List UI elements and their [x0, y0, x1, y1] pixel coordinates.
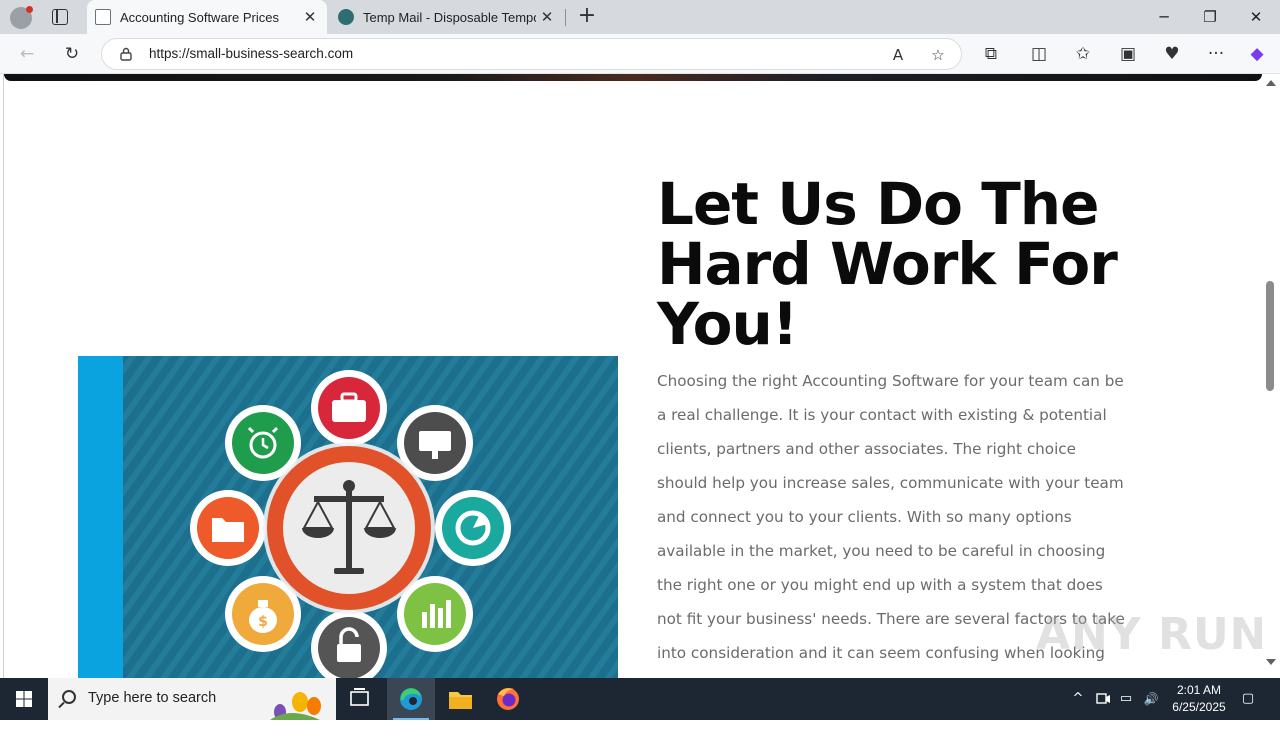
tab-title: Temp Mail - Disposable Temporar	[363, 9, 536, 25]
navigation-bar: ← ↻ https://small-business-search.com A …	[0, 34, 1280, 74]
restore-button[interactable]: ❐	[1187, 0, 1233, 34]
clock-time: 2:01 AM	[1176, 683, 1222, 697]
settings-menu-icon[interactable]: ···	[1204, 42, 1228, 66]
accent-strip	[78, 356, 123, 678]
extensions-icon[interactable]: ⧉	[979, 42, 1003, 66]
title-bar: Accounting Software Prices ✕ Temp Mail -…	[0, 0, 1280, 34]
volume-icon[interactable]: 🔊	[1140, 678, 1162, 720]
address-bar[interactable]: https://small-business-search.com A ☆	[101, 38, 962, 70]
hero-banner-bottom	[4, 74, 1262, 81]
anyrun-watermark: ANY RUN	[1036, 609, 1268, 660]
favorites-icon[interactable]: ✩	[1071, 42, 1095, 66]
taskbar-firefox-button[interactable]	[484, 678, 532, 720]
scales-icon	[263, 442, 435, 614]
tab-actions-icon[interactable]	[52, 9, 68, 25]
accounting-illustration: $	[78, 356, 618, 678]
network-icon[interactable]: ▭	[1116, 678, 1136, 720]
search-placeholder: Type here to search	[88, 690, 217, 706]
minimize-button[interactable]: ─	[1141, 0, 1187, 34]
close-tab-icon[interactable]: ✕	[299, 8, 321, 26]
file-explorer-icon	[449, 692, 472, 709]
scrollbar-thumb[interactable]	[1266, 281, 1274, 391]
favorite-star-icon[interactable]: ☆	[928, 45, 948, 65]
svg-text:$: $	[258, 614, 268, 630]
reload-button[interactable]: ↻	[60, 42, 84, 66]
folder-icon	[190, 490, 266, 566]
firefox-icon	[497, 688, 519, 710]
new-tab-button[interactable]: +	[576, 5, 598, 27]
taskbar-search-box[interactable]: Type here to search	[48, 678, 336, 720]
briefcase-icon	[311, 370, 387, 446]
task-view-button[interactable]	[336, 678, 384, 720]
clock-date: 6/25/2025	[1172, 700, 1226, 714]
windows-taskbar: Type here to search ^ ▭ 🔊 2:01 AM 6/25/2…	[0, 678, 1280, 720]
action-center-notification-icon[interactable]: ▢	[1236, 678, 1260, 720]
page-heading: Let Us Do The Hard Work For You!	[657, 170, 1118, 358]
pie-chart-icon	[435, 490, 511, 566]
split-screen-icon[interactable]: ◫	[1027, 42, 1051, 66]
read-aloud-icon[interactable]: A	[888, 45, 908, 65]
vertical-scrollbar[interactable]	[1262, 74, 1280, 678]
url-text[interactable]: https://small-business-search.com	[149, 46, 353, 61]
temp-mail-favicon-icon	[338, 9, 354, 25]
scroll-up-arrow-icon[interactable]	[1266, 80, 1276, 86]
tab-separator	[565, 9, 566, 26]
site-info-icon[interactable]	[119, 47, 133, 61]
tab-title: Accounting Software Prices	[120, 9, 279, 25]
tab-accounting-software[interactable]: Accounting Software Prices ✕	[87, 0, 327, 34]
collections-icon[interactable]: ▣	[1116, 42, 1140, 66]
search-icon	[62, 690, 76, 704]
windows-start-icon[interactable]	[0, 678, 48, 720]
profile-avatar-icon[interactable]	[10, 6, 33, 29]
taskbar-edge-button[interactable]	[387, 678, 435, 720]
tab-temp-mail[interactable]: Temp Mail - Disposable Temporar ✕	[330, 0, 564, 34]
search-highlight-flowers-icon	[270, 692, 321, 720]
back-button[interactable]: ←	[15, 42, 39, 66]
task-view-icon	[350, 688, 369, 706]
show-hidden-icons-chevron-icon[interactable]: ^	[1068, 678, 1088, 720]
close-tab-icon[interactable]: ✕	[536, 8, 558, 26]
page-viewport: Let Us Do The Hard Work For You! Choosin…	[0, 74, 1280, 678]
scroll-down-arrow-icon[interactable]	[1266, 659, 1276, 665]
meet-now-icon[interactable]	[1093, 678, 1113, 720]
taskbar-file-explorer-button[interactable]	[436, 678, 484, 720]
close-window-button[interactable]: ✕	[1233, 0, 1279, 34]
browser-essentials-icon[interactable]: ♥	[1160, 42, 1184, 66]
page-favicon-icon	[95, 9, 111, 25]
copilot-icon[interactable]: ◆	[1245, 42, 1269, 66]
system-clock[interactable]: 2:01 AM 6/25/2025	[1160, 682, 1238, 716]
edge-browser-icon	[400, 688, 422, 710]
